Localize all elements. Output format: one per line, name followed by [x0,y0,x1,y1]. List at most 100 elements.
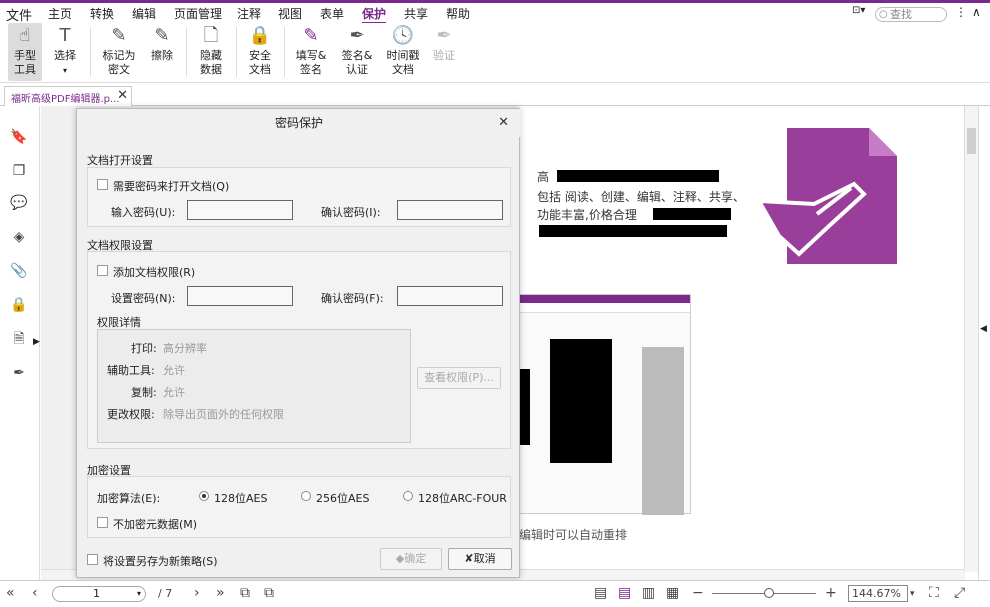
perm-print-value: 高分辨率 [163,342,207,355]
timestamp-icon: 🕓 [391,25,415,46]
signature-icon[interactable]: ✒ [10,364,28,382]
menu-view[interactable]: 视图 [278,5,302,22]
next-page-icon[interactable]: › [194,585,200,601]
erase-button[interactable]: ✎ 擦除 [146,23,178,81]
cancel-button[interactable]: ✘取消 [448,548,512,570]
algo-aes256-label: 256位AES [316,492,370,505]
layers-icon[interactable]: ◈ [10,228,28,246]
vertical-scroll-thumb[interactable] [967,128,976,154]
page-number-input[interactable]: 1 ▾ [52,586,146,602]
left-navigation-panel: 🔖 ❐ 💬 ◈ 📎 🔒 🗎 ✒ ▶ [0,106,40,580]
verify-icon: ✒ [436,25,452,46]
page-text-line-4: 编辑时可以自动重排 [519,528,628,542]
ok-label: 确定 [404,552,427,565]
hidden-data-button[interactable]: 🗋 隐藏 数据 [194,23,228,81]
algo-arcfour-radio[interactable] [403,491,413,501]
menu-form[interactable]: 表单 [320,5,344,22]
verify-button[interactable]: ✒ 验证 [428,23,460,81]
full-screen-icon[interactable]: ⤢ [954,585,965,601]
erase-label: 擦除 [151,49,173,62]
mark-redaction-button[interactable]: ✎ 标记为 密文 [98,23,140,81]
menu-home[interactable]: 主页 [48,5,72,22]
ribbon-separator [284,27,285,77]
open-password-input[interactable] [187,200,293,220]
zoom-slider-knob[interactable] [764,588,774,598]
algo-aes256-radio[interactable] [301,491,311,501]
right-panel-toggle[interactable]: ◀ [978,106,990,580]
single-page-icon[interactable]: ▤ [594,585,607,601]
timestamp-button[interactable]: 🕓 时间戳 文档 [384,23,422,81]
attachment-icon[interactable]: 📎 [10,262,28,280]
view-permissions-button[interactable]: 查看权限(P)... [417,367,501,389]
embedded-screenshot-image [519,294,691,515]
last-page-icon[interactable]: » [216,585,225,601]
continuous-page-icon[interactable]: ▤ [618,585,631,601]
two-page-view-icon[interactable]: ⧉ [264,585,274,601]
redact-pen-icon: ✎ [111,25,127,46]
comments-icon[interactable]: 💬 [10,194,28,212]
ribbon-separator [186,27,187,77]
collapse-right-panel-icon[interactable]: ◀ [980,324,987,334]
continuous-view-icon[interactable]: ⧉ [240,585,250,601]
zoom-input[interactable]: 144.67% [848,585,908,602]
menu-file[interactable]: 文件 [6,5,32,24]
pages-icon[interactable]: ❐ [10,162,28,180]
fill-sign-button[interactable]: ✎ 填写& 签名 [292,23,330,81]
embedded-image-dark-block [550,339,612,463]
redaction-block [557,170,719,182]
search-input[interactable]: ○ 查找 [875,7,947,22]
previous-page-icon[interactable]: ‹ [32,585,38,601]
more-icon[interactable]: ⋮ [955,5,967,19]
zoom-out-icon[interactable]: − [692,585,704,601]
bookmark-icon[interactable]: 🔖 [10,128,28,146]
timestamp-label: 时间戳 文档 [386,49,420,76]
security-lock-icon[interactable]: 🔒 [10,296,28,314]
select-tool-button[interactable]: T 选择 ▾ [48,23,82,81]
secure-document-button[interactable]: 🔒 安全 文档 [244,23,276,81]
menu-edit[interactable]: 编辑 [132,5,156,22]
continuous-facing-icon[interactable]: ▦ [666,585,679,601]
menu-protect[interactable]: 保护 [362,5,387,24]
page-dropdown-icon[interactable]: ▾ [137,587,141,601]
confirm-open-password-input[interactable] [397,200,503,220]
confirm-permission-password-input[interactable] [397,286,503,306]
embedded-image-dark-block [520,369,530,445]
first-page-icon[interactable]: « [6,585,15,601]
document-tab-title: 福昕高级PDF编辑器.p... [11,94,120,105]
sign-certify-button[interactable]: ✒ 签名& 认证 [336,23,378,81]
permission-password-input[interactable] [187,286,293,306]
no-encrypt-metadata-checkbox[interactable] [97,517,108,528]
erase-icon: ✎ [154,25,170,46]
perm-accessibility-value: 允许 [163,364,185,377]
menu-help[interactable]: 帮助 [446,5,470,22]
algo-aes128-radio[interactable] [199,491,209,501]
menu-comment[interactable]: 注释 [237,5,261,22]
hand-tool-label: 手型 工具 [14,49,36,76]
select-tool-label: 选择 [54,49,76,62]
fit-page-icon[interactable]: ⛶ [929,585,939,601]
menu-share[interactable]: 共享 [404,5,428,22]
menu-convert[interactable]: 转换 [90,5,114,22]
require-open-password-checkbox[interactable] [97,179,108,190]
dialog-close-icon[interactable]: ✕ [498,115,509,130]
facing-pages-icon[interactable]: ▥ [642,585,655,601]
expand-panel-arrow-icon[interactable]: ▶ [33,337,40,347]
hand-tool-button[interactable]: ☝ 手型 工具 [8,23,42,81]
vertical-scrollbar[interactable] [964,106,978,572]
zoom-in-icon[interactable]: + [825,585,837,601]
document-icon[interactable]: 🗎 [10,330,28,348]
document-tab[interactable]: 福昕高级PDF编辑器.p... ✕ [4,86,132,106]
zoom-dropdown-icon[interactable]: ▾ [910,589,915,599]
add-permission-checkbox[interactable] [97,265,108,276]
dialog-title: 密码保护 [77,109,521,137]
perm-print-label: 打印: [131,342,157,355]
close-tab-icon[interactable]: ✕ [117,88,128,103]
require-open-password-label: 需要密码来打开文档(Q) [113,180,230,193]
collapse-ribbon-icon[interactable]: ∧ [972,5,981,19]
ok-button[interactable]: ◆确定 [380,548,442,570]
menu-page-manage[interactable]: 页面管理 [174,5,222,22]
save-as-policy-checkbox[interactable] [87,554,98,565]
hidden-data-label: 隐藏 数据 [200,49,222,76]
menu-bar: 文件 主页 转换 编辑 页面管理 注释 视图 表单 保护 共享 帮助 ⊡▾ ○ … [0,3,990,24]
tell-me-icon[interactable]: ⊡▾ [852,5,865,16]
